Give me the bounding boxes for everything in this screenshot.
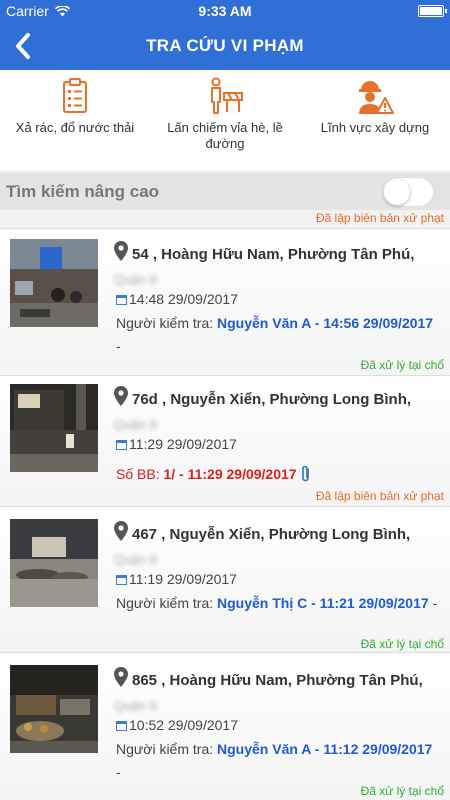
inspector-info: Người kiểm tra: Nguyễn Văn A - 14:56 29/… [116, 312, 438, 358]
inspector-label: Người kiểm tra: [116, 595, 218, 611]
address-text: 467 , Nguyễn Xiển, Phường Long Bình, [132, 526, 411, 543]
violation-photo [10, 384, 98, 472]
violation-address: 54 , Hoàng Hữu Nam, Phường Tân Phú, Quận … [114, 241, 440, 292]
violation-address: 865 , Hoàng Hữu Nam, Phường Tân Phú, Quậ… [114, 667, 440, 718]
inspector-info: Người kiểm tra: Nguyễn Thị C - 11:21 29/… [116, 592, 438, 615]
inspector-suffix: - [116, 764, 121, 780]
calendar-icon [116, 574, 127, 585]
category-construction[interactable]: Lĩnh vực xây dựng [300, 70, 450, 170]
advanced-search-toggle[interactable] [382, 177, 434, 207]
inspector-value: Nguyễn Văn A - 14:56 29/09/2017 [217, 315, 434, 331]
calendar-icon [116, 439, 127, 450]
violation-time: 10:52 29/09/2017 [116, 717, 238, 733]
nav-bar: TRA CỨU VI PHẠM [0, 22, 450, 70]
violation-time: 14:48 29/09/2017 [116, 291, 238, 307]
violation-card[interactable]: 467 , Nguyễn Xiển, Phường Long Bình, Quận… [0, 506, 450, 652]
status-bar: Carrier 9:33 AM [0, 0, 450, 22]
clipboard-checklist-icon [63, 78, 87, 113]
record-info: Số BB: 1/ - 11:29 29/09/2017 [116, 463, 438, 486]
violation-address: 76d , Nguyễn Xiển, Phường Long Bình, Quận… [114, 386, 440, 437]
inspector-label: Người kiểm tra: [116, 741, 218, 757]
violation-photo [10, 519, 98, 607]
status-time: 9:33 AM [198, 3, 252, 19]
time-text: 14:48 29/09/2017 [129, 291, 238, 307]
violation-card[interactable]: 54 , Hoàng Hữu Nam, Phường Tân Phú, Quận … [0, 228, 450, 375]
district-text: Quận 9 [114, 552, 157, 567]
paperclip-icon[interactable] [300, 465, 312, 483]
inspector-suffix: - [116, 338, 121, 354]
violation-card[interactable]: 865 , Hoàng Hữu Nam, Phường Tân Phú, Quậ… [0, 652, 450, 800]
advanced-search-label: Tìm kiếm nâng cao [6, 182, 160, 201]
category-bar: Xả rác, đổ nước thải Lấn chiếm vỉa hè, l… [0, 70, 450, 170]
address-text: 54 , Hoàng Hữu Nam, Phường Tân Phú, [132, 246, 415, 263]
district-text: Quận 9 [114, 417, 157, 432]
person-barrier-icon [211, 77, 243, 114]
address-text: 76d , Nguyễn Xiển, Phường Long Bình, [132, 391, 412, 408]
status-badge: Đã xử lý tại chổ [360, 358, 444, 372]
category-label: Xả rác, đổ nước thải [15, 120, 135, 135]
district-text: Quận 9 [114, 698, 157, 713]
time-text: 10:52 29/09/2017 [129, 717, 238, 733]
inspector-value: Nguyễn Thị C - 11:21 29/09/2017 [217, 595, 429, 611]
page-title: TRA CỨU VI PHẠM [146, 36, 304, 55]
violation-time: 11:19 29/09/2017 [116, 571, 237, 587]
advanced-search-row: Tìm kiếm nâng cao [0, 172, 450, 210]
calendar-icon [116, 294, 127, 305]
toggle-knob [384, 179, 410, 205]
status-badge: Đã lập biên bản xử phạt [315, 489, 444, 503]
construction-worker-icon [359, 81, 394, 114]
status-badge: Đã xử lý tại chổ [360, 784, 444, 798]
location-pin-icon [114, 667, 128, 687]
category-litter-wastewater[interactable]: Xả rác, đổ nước thải [0, 70, 150, 170]
time-text: 11:19 29/09/2017 [129, 571, 237, 587]
violation-card[interactable]: 76d , Nguyễn Xiển, Phường Long Bình, Quận… [0, 375, 450, 506]
advanced-search-note: Đã lập biên bản xử phạt [315, 211, 444, 225]
battery-icon [418, 5, 447, 17]
category-label: Lấn chiếm vỉa hè, lề đường [167, 120, 283, 151]
location-pin-icon [114, 386, 128, 406]
violation-photo [10, 239, 98, 327]
inspector-suffix: - [428, 595, 438, 611]
inspector-info: Người kiểm tra: Nguyễn Văn A - 11:12 29/… [116, 738, 438, 784]
inspector-label: Người kiểm tra: [116, 315, 218, 331]
calendar-icon [116, 720, 127, 731]
location-pin-icon [114, 241, 128, 261]
violation-time: 11:29 29/09/2017 [116, 436, 237, 452]
violation-photo [10, 665, 98, 753]
status-badge: Đã xử lý tại chổ [360, 637, 444, 651]
time-text: 11:29 29/09/2017 [129, 436, 237, 452]
inspector-value: Nguyễn Văn A - 11:12 29/09/2017 [217, 741, 433, 757]
location-pin-icon [114, 521, 128, 541]
record-value: 1/ - 11:29 29/09/2017 [163, 466, 297, 482]
category-label: Lĩnh vực xây dựng [320, 120, 430, 135]
address-text: 865 , Hoàng Hữu Nam, Phường Tân Phú, [132, 672, 423, 689]
record-label: Số BB: [116, 466, 164, 482]
district-text: Quận 9 [114, 272, 157, 287]
violation-address: 467 , Nguyễn Xiển, Phường Long Bình, Quận… [114, 521, 440, 572]
category-sidewalk-encroachment[interactable]: Lấn chiếm vỉa hè, lề đường [150, 70, 300, 170]
